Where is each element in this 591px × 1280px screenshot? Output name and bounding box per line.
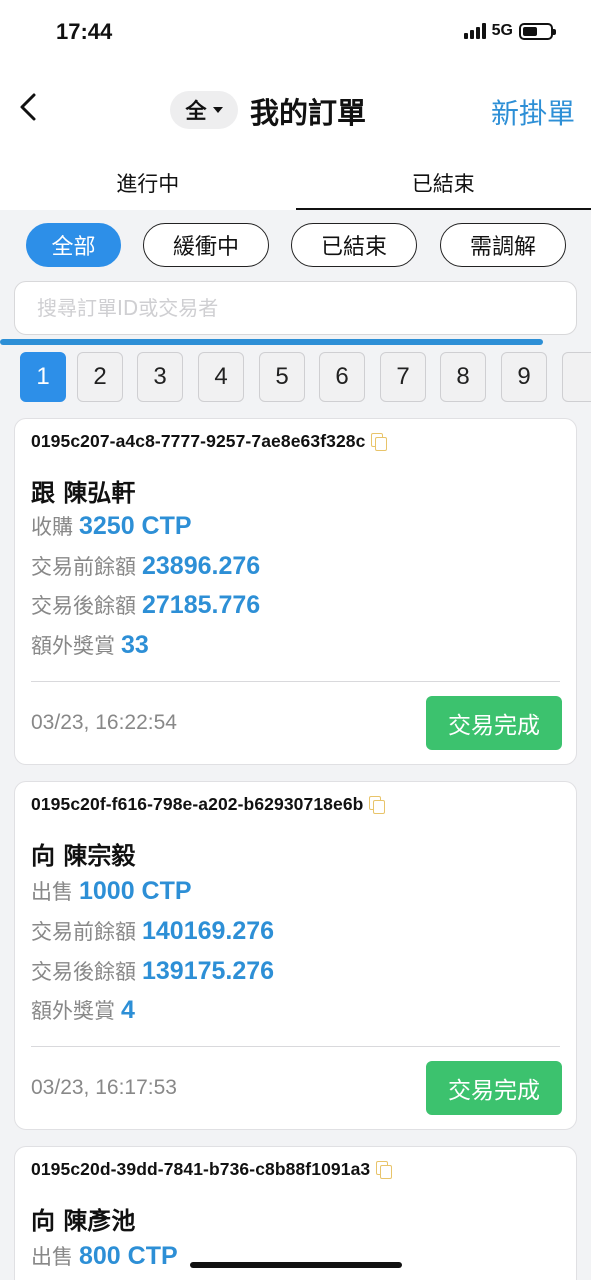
copy-icon[interactable]: [376, 1160, 393, 1179]
trade-amount: 3250 CTP: [79, 512, 192, 540]
divider: [31, 1046, 560, 1047]
order-id-text: 0195c20d-39dd-7841-b736-c8b88f1091a3: [31, 1159, 371, 1179]
balance-after-line: 交易後餘額 139175.276: [31, 956, 274, 986]
chip-finished[interactable]: 已結束: [291, 223, 417, 267]
bonus-value: 33: [121, 631, 149, 659]
trade-type-label: 出售: [31, 1245, 73, 1269]
balance-before-line: 交易前餘額 140169.276: [31, 916, 274, 946]
loading-progress-bar: [0, 339, 591, 345]
status-time: 17:44: [56, 19, 113, 44]
bonus-value: 4: [121, 996, 135, 1024]
copy-icon[interactable]: [371, 432, 388, 451]
page-button[interactable]: 2: [77, 352, 123, 402]
balance-after-label: 交易後餘額: [31, 960, 136, 984]
status-button[interactable]: 交易完成: [426, 1061, 562, 1115]
progress-fill: [0, 339, 543, 345]
order-id-text: 0195c207-a4c8-7777-9257-7ae8e63f328c: [31, 431, 366, 451]
trade-type-line: 出售 800 CTP: [31, 1241, 178, 1271]
page-button[interactable]: 8: [440, 352, 486, 402]
bonus-label: 額外獎賞: [31, 999, 115, 1023]
balance-after-value: 139175.276: [142, 957, 275, 985]
order-card[interactable]: 0195c20f-f616-798e-a202-b62930718e6b 向 陳…: [14, 781, 577, 1130]
chip-all[interactable]: 全部: [26, 223, 121, 267]
chip-buffering[interactable]: 緩衝中: [143, 223, 269, 267]
page-button[interactable]: 6: [319, 352, 365, 402]
timestamp: 03/23, 16:22:54: [31, 711, 177, 734]
filter-label: 全: [185, 99, 207, 123]
trade-type-line: 出售 1000 CTP: [31, 876, 192, 906]
nav-bar: 全 我的訂單 新掛單: [0, 70, 591, 150]
trade-type-line: 收購 3250 CTP: [31, 511, 192, 541]
order-id: 0195c207-a4c8-7777-9257-7ae8e63f328c: [31, 431, 388, 452]
counterparty: 向 陳宗毅: [31, 842, 136, 870]
counterparty: 向 陳彥池: [31, 1207, 136, 1235]
battery-icon: [519, 22, 556, 40]
signal-icon: [463, 23, 486, 39]
search-input[interactable]: [15, 282, 576, 334]
counterparty: 跟 陳弘軒: [31, 479, 136, 507]
new-order-button[interactable]: 新掛單: [491, 92, 575, 132]
copy-icon[interactable]: [369, 795, 386, 814]
page-button[interactable]: 3: [137, 352, 183, 402]
status-bar: 17:44 5G: [0, 0, 591, 70]
page-button[interactable]: 4: [198, 352, 244, 402]
tab-bar: 進行中 已結束: [0, 150, 591, 210]
status-indicators: 5G: [463, 22, 556, 40]
balance-before-label: 交易前餘額: [31, 555, 136, 579]
status-filter-chips: 全部 緩衝中 已結束 需調解: [0, 210, 591, 280]
balance-after-line: 交易後餘額 27185.776: [31, 590, 260, 620]
status-button[interactable]: 交易完成: [426, 696, 562, 750]
balance-after-value: 27185.776: [142, 591, 261, 619]
page-button[interactable]: 7: [380, 352, 426, 402]
balance-before-value: 23896.276: [142, 552, 261, 580]
order-id: 0195c20d-39dd-7841-b736-c8b88f1091a3: [31, 1159, 393, 1180]
chip-mediation[interactable]: 需調解: [440, 223, 566, 267]
balance-before-label: 交易前餘額: [31, 920, 136, 944]
trade-amount: 1000 CTP: [79, 877, 192, 905]
order-id: 0195c20f-f616-798e-a202-b62930718e6b: [31, 794, 386, 815]
currency-filter-dropdown[interactable]: 全: [170, 91, 238, 129]
bonus-line: 額外獎賞 33: [31, 630, 149, 660]
timestamp: 03/23, 16:17:53: [31, 1076, 177, 1099]
pagination: 1 2 3 4 5 6 7 8 9: [0, 352, 591, 416]
order-id-text: 0195c20f-f616-798e-a202-b62930718e6b: [31, 794, 364, 814]
caret-down-icon: [212, 107, 223, 113]
bonus-line: 額外獎賞 4: [31, 995, 135, 1025]
bonus-label: 額外獎賞: [31, 634, 115, 658]
tab-ongoing[interactable]: 進行中: [0, 150, 296, 210]
trade-type-label: 出售: [31, 880, 73, 904]
trade-type-label: 收購: [31, 515, 73, 539]
page-title: 我的訂單: [250, 96, 367, 130]
balance-before-value: 140169.276: [142, 917, 275, 945]
page-button-more[interactable]: [562, 352, 591, 402]
tab-finished[interactable]: 已結束: [295, 150, 591, 210]
page-button[interactable]: 1: [20, 352, 66, 402]
order-card[interactable]: 0195c207-a4c8-7777-9257-7ae8e63f328c 跟 陳…: [14, 418, 577, 765]
back-icon[interactable]: [14, 92, 44, 122]
order-card[interactable]: 0195c20d-39dd-7841-b736-c8b88f1091a3 向 陳…: [14, 1146, 577, 1280]
search-box: [14, 281, 577, 335]
trade-amount: 800 CTP: [79, 1242, 178, 1270]
page-button[interactable]: 9: [501, 352, 547, 402]
balance-after-label: 交易後餘額: [31, 594, 136, 618]
page-button[interactable]: 5: [259, 352, 305, 402]
balance-before-line: 交易前餘額 23896.276: [31, 551, 260, 581]
divider: [31, 681, 560, 682]
network-label: 5G: [491, 22, 513, 39]
home-indicator: [190, 1262, 402, 1268]
